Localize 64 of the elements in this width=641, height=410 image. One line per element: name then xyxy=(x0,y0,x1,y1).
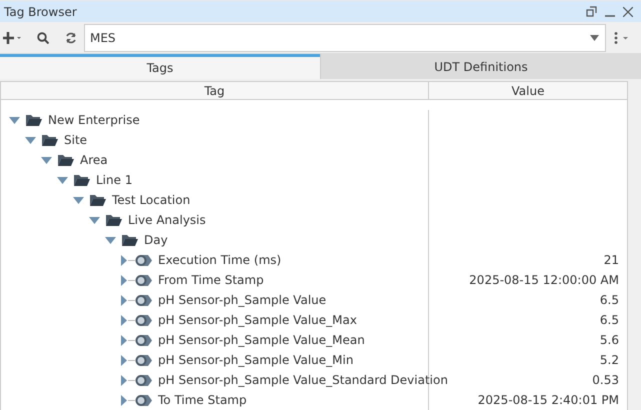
tag-label[interactable]: pH Sensor-ph_Sample Value_Max xyxy=(158,311,357,329)
collapse-icon[interactable] xyxy=(57,176,68,184)
tag-icon xyxy=(135,374,152,386)
tag-value: 21 xyxy=(604,252,619,269)
tag-icon xyxy=(135,334,152,346)
folder-icon xyxy=(106,214,122,226)
tag-icon xyxy=(135,274,152,286)
tab[interactable]: Tags xyxy=(0,54,320,79)
folder-icon xyxy=(90,194,106,206)
tag-value: 2025-08-15 2:40:01 PM xyxy=(478,392,619,409)
folder-icon xyxy=(42,134,58,146)
expand-icon[interactable] xyxy=(121,274,128,286)
expand-icon[interactable] xyxy=(121,294,128,306)
search-icon[interactable] xyxy=(37,32,49,44)
tag-icon xyxy=(135,394,152,406)
folder-label[interactable]: Day xyxy=(144,231,168,249)
tag-label[interactable]: pH Sensor-ph_Sample Value_Mean xyxy=(158,331,365,349)
restore-icon[interactable] xyxy=(586,6,597,17)
tag-label[interactable]: From Time Stamp xyxy=(158,271,264,289)
folder-label[interactable]: Line 1 xyxy=(96,171,132,189)
tag-value: 2025-08-15 12:00:00 AM xyxy=(469,272,619,289)
collapse-icon[interactable] xyxy=(89,216,100,224)
tag-icon xyxy=(135,314,152,326)
folder-icon xyxy=(74,174,90,186)
folder-icon xyxy=(26,114,42,126)
collapse-icon[interactable] xyxy=(105,236,116,244)
folder-label[interactable]: Site xyxy=(64,131,88,149)
collapse-icon[interactable] xyxy=(41,156,52,164)
more-icon[interactable] xyxy=(614,32,628,44)
expand-icon[interactable] xyxy=(121,374,128,386)
column-header[interactable]: Tag xyxy=(1,82,429,99)
folder-label[interactable]: New Enterprise xyxy=(48,111,140,129)
folder-label[interactable]: Live Analysis xyxy=(128,211,206,229)
tag-value: 6.5 xyxy=(600,312,619,329)
tag-label[interactable]: pH Sensor-ph_Sample Value_Standard Deviation xyxy=(158,371,448,389)
expand-icon[interactable] xyxy=(121,254,128,266)
folder-icon xyxy=(122,234,138,246)
expand-icon[interactable] xyxy=(121,394,128,406)
expand-icon[interactable] xyxy=(121,354,128,366)
tag-label[interactable]: To Time Stamp xyxy=(158,391,247,409)
tag-value: 6.5 xyxy=(600,292,619,309)
tag-icon xyxy=(135,294,152,306)
tab[interactable]: UDT Definitions xyxy=(320,54,641,79)
expand-icon[interactable] xyxy=(121,314,128,326)
folder-icon xyxy=(58,154,74,166)
collapse-icon[interactable] xyxy=(73,196,84,204)
refresh-icon[interactable] xyxy=(65,32,77,44)
folder-label[interactable]: Area xyxy=(80,151,108,169)
collapse-icon[interactable] xyxy=(9,116,20,124)
tag-value: 5.6 xyxy=(600,332,619,349)
window-title: Tag Browser xyxy=(4,4,78,20)
collapse-icon[interactable] xyxy=(25,136,36,144)
tag-value: 5.2 xyxy=(600,352,619,369)
column-header[interactable]: Value xyxy=(429,82,627,99)
folder-label[interactable]: Test Location xyxy=(112,191,190,209)
add-icon[interactable] xyxy=(3,32,21,44)
expand-icon[interactable] xyxy=(121,334,128,346)
tag-value: 0.53 xyxy=(592,372,619,389)
tag-icon xyxy=(135,354,152,366)
tag-label[interactable]: pH Sensor-ph_Sample Value_Min xyxy=(158,351,354,369)
tag-label[interactable]: pH Sensor-ph_Sample Value xyxy=(158,291,326,309)
tag-icon xyxy=(135,254,152,266)
close-icon[interactable] xyxy=(623,6,633,16)
tag-label[interactable]: Execution Time (ms) xyxy=(158,251,282,269)
